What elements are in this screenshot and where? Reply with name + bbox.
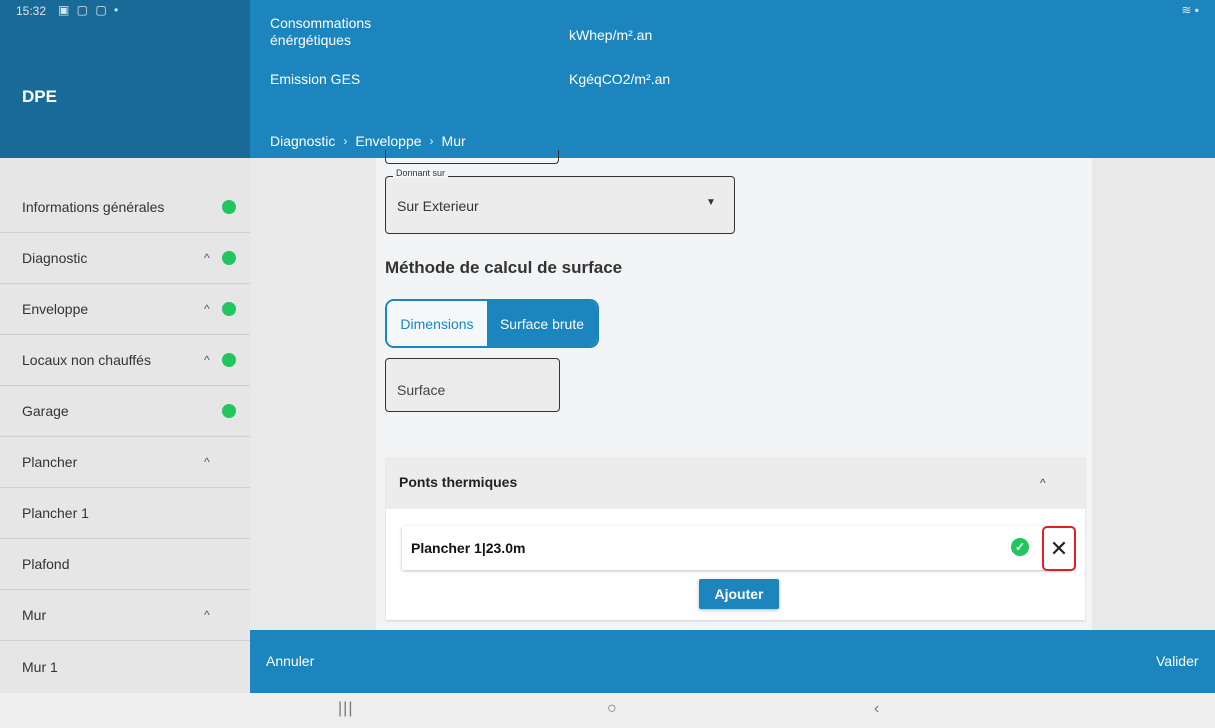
status-complete-icon [222, 404, 236, 418]
breadcrumb-diagnostic[interactable]: Diagnostic [270, 133, 335, 149]
chevron-up-icon: ^ [204, 251, 210, 265]
chevron-up-icon: ^ [204, 302, 210, 316]
sidebar-item-label: Mur [22, 607, 47, 623]
pont-thermique-label: Plancher 1|23.0m [411, 540, 526, 556]
sidebar: Informations générales Diagnostic ^ Enve… [0, 158, 250, 693]
chevron-up-icon: ^ [204, 455, 210, 469]
status-complete-icon [222, 302, 236, 316]
chevron-right-icon: › [429, 134, 434, 148]
check-circle-icon: ✓ [1011, 538, 1029, 556]
home-icon[interactable]: ○ [607, 700, 617, 718]
sidebar-item-label: Plafond [22, 556, 70, 572]
sidebar-item-informations-generales[interactable]: Informations générales [0, 182, 250, 233]
footer-bar [250, 630, 1215, 693]
donnant-sur-value: Sur Exterieur [397, 198, 479, 214]
surface-method-toggle: Dimensions Surface brute [385, 299, 599, 348]
previous-field-edge[interactable] [385, 150, 559, 164]
energy-consumption-unit: kWhep/m².an [569, 27, 653, 43]
ges-emission-label: Emission GES [270, 71, 361, 87]
sidebar-item-plafond[interactable]: Plafond [0, 539, 250, 590]
sidebar-item-label: Plancher [22, 454, 78, 470]
sidebar-item-label: Diagnostic [22, 250, 88, 266]
sidebar-item-label: Mur 1 [22, 658, 58, 675]
donnant-sur-legend: Donnant sur [393, 168, 449, 178]
ges-emission-unit: KgéqCO2/m².an [569, 71, 671, 87]
energy-consumption-label: Consommations énérgétiques [270, 15, 372, 48]
breadcrumb: Diagnostic › Enveloppe › Mur [270, 133, 466, 149]
sidebar-item-plancher-1[interactable]: Plancher 1 [0, 488, 250, 539]
sidebar-item-mur[interactable]: Mur ^ [0, 590, 250, 641]
sidebar-item-enveloppe[interactable]: Enveloppe ^ [0, 284, 250, 335]
app-title: DPE [22, 87, 57, 106]
validate-button[interactable]: Valider [1156, 653, 1199, 669]
chevron-up-icon[interactable]: ^ [1040, 476, 1046, 490]
status-complete-icon [222, 353, 236, 367]
sidebar-item-label: Locaux non chauffés [22, 352, 151, 368]
status-complete-icon [222, 200, 236, 214]
cancel-button[interactable]: Annuler [266, 653, 314, 669]
close-icon[interactable]: ✕ [1042, 526, 1076, 571]
dropdown-arrow-icon: ▼ [706, 197, 716, 208]
sidebar-item-locaux-non-chauffes[interactable]: Locaux non chauffés ^ [0, 335, 250, 386]
sidebar-item-label: Enveloppe [22, 301, 89, 317]
status-placeholder [222, 660, 236, 674]
sidebar-item-label: Garage [22, 403, 69, 419]
status-placeholder [222, 455, 236, 469]
breadcrumb-mur: Mur [441, 133, 466, 149]
status-placeholder [222, 506, 236, 520]
breadcrumb-enveloppe[interactable]: Enveloppe [355, 133, 421, 149]
sidebar-item-label: Plancher 1 [22, 505, 89, 521]
add-button[interactable]: Ajouter [699, 579, 779, 609]
surface-method-title: Méthode de calcul de surface [385, 258, 623, 277]
wifi-battery-icon: ≋ ▪ [1181, 3, 1199, 17]
chevron-up-icon: ^ [204, 353, 210, 367]
sidebar-item-mur-1[interactable]: Mur 1 [0, 641, 250, 692]
sidebar-item-plancher[interactable]: Plancher ^ [0, 437, 250, 488]
sidebar-item-garage[interactable]: Garage [0, 386, 250, 437]
status-notification-icons: ▣ ▢ ▢ • [58, 3, 121, 17]
sidebar-item-label: Informations générales [22, 199, 165, 215]
back-icon[interactable]: ‹ [874, 700, 879, 718]
status-bar [0, 0, 1215, 30]
status-complete-icon [222, 251, 236, 265]
toggle-surface-brute-button[interactable]: Surface brute [487, 301, 597, 346]
status-placeholder [222, 557, 236, 571]
toggle-dimensions-button[interactable]: Dimensions [387, 301, 487, 346]
sidebar-item-diagnostic[interactable]: Diagnostic ^ [0, 233, 250, 284]
status-placeholder [222, 608, 236, 622]
ponts-thermiques-title: Ponts thermiques [399, 474, 518, 490]
surface-input-label: Surface [397, 382, 446, 398]
status-time: 15:32 [16, 4, 47, 18]
chevron-right-icon: › [343, 134, 348, 148]
chevron-up-icon: ^ [204, 608, 210, 622]
recents-icon[interactable]: ||| [338, 700, 353, 718]
